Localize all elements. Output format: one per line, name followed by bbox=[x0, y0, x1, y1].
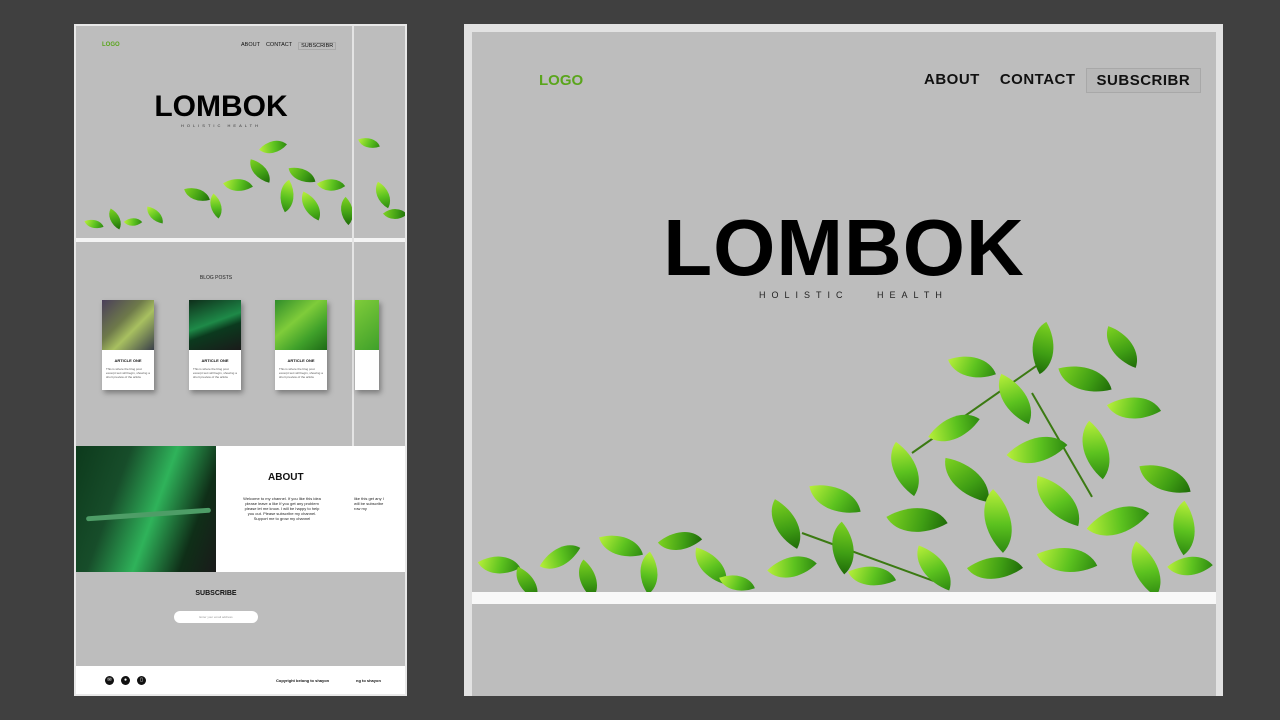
card-body: This is where the blog post excerpt text… bbox=[193, 367, 237, 379]
left-blog-card-overflow bbox=[355, 300, 379, 390]
left-about-body: Welcome to my channel. If you like this … bbox=[243, 496, 321, 521]
right-nav-subscribe[interactable]: SUBSCRIBR bbox=[1085, 68, 1202, 93]
card-image bbox=[275, 300, 327, 350]
left-mockup-artboard: LOGO ABOUT CONTACT SUBSCRIBR LOMBOK HOLI… bbox=[74, 24, 407, 696]
right-hero-divider bbox=[472, 592, 1216, 604]
right-logo[interactable]: LOGO bbox=[539, 72, 583, 89]
card-body: This is where the blog post excerpt text… bbox=[279, 367, 323, 379]
user-icon[interactable]: ● bbox=[121, 676, 130, 685]
left-nav-bar: LOGO ABOUT CONTACT SUBSCRIBR bbox=[76, 40, 405, 54]
card-body: This is where the blog post excerpt text… bbox=[106, 367, 150, 379]
left-footer-copyright: Copyright belong to shayon bbox=[276, 678, 330, 683]
left-logo[interactable]: LOGO bbox=[102, 42, 120, 48]
right-hero-tagline: HOLISTIC HEALTH bbox=[759, 290, 948, 300]
left-about-heading: ABOUT bbox=[268, 472, 304, 483]
left-subscribe-email-field[interactable]: Enter your email address bbox=[174, 611, 258, 623]
left-blog-heading: BLOG POSTS bbox=[199, 275, 233, 281]
left-hero-divider bbox=[76, 238, 405, 242]
right-nav-contact[interactable]: CONTACT bbox=[990, 68, 1086, 93]
left-hero-title: LOMBOK bbox=[154, 90, 288, 123]
card-image bbox=[189, 300, 241, 350]
left-nav-about[interactable]: ABOUT bbox=[241, 42, 260, 50]
left-nav-subscribe[interactable]: SUBSCRIBR bbox=[298, 42, 337, 50]
right-hero-title: LOMBOK bbox=[663, 203, 1025, 292]
left-subscribe-heading: SUBSCRIBE bbox=[195, 590, 237, 597]
left-subscribe-section: SUBSCRIBE Enter your email address bbox=[76, 572, 405, 666]
left-about-image bbox=[76, 446, 216, 572]
left-footer: ✉ ● ▯ Copyright belong to shayon ng to s… bbox=[76, 666, 405, 694]
card-image bbox=[355, 300, 379, 350]
phone-icon[interactable]: ▯ bbox=[137, 676, 146, 685]
card-image bbox=[102, 300, 154, 350]
left-blog-card-2[interactable]: ARTICLE ONE This is where the blog post … bbox=[189, 300, 241, 390]
left-blog-card-1[interactable]: ARTICLE ONE This is where the blog post … bbox=[102, 300, 154, 390]
right-mockup-artboard: LOGO ABOUT CONTACT SUBSCRIBR LOMBOK HOLI… bbox=[464, 24, 1223, 696]
left-nav-links: ABOUT CONTACT SUBSCRIBR bbox=[241, 42, 337, 50]
right-hero-section: LOGO ABOUT CONTACT SUBSCRIBR LOMBOK HOLI… bbox=[472, 32, 1216, 696]
left-footer-copyright-overflow: ng to shayon bbox=[356, 678, 381, 683]
left-about-body-overflow: like this get any I will be subscribe ro… bbox=[354, 496, 384, 511]
right-nav-links: ABOUT CONTACT SUBSCRIBR bbox=[914, 68, 1202, 93]
right-nav-about[interactable]: ABOUT bbox=[914, 68, 990, 93]
right-below-hero bbox=[472, 604, 1216, 696]
left-about-section: ABOUT Welcome to my channel. If you like… bbox=[76, 446, 405, 572]
left-artboard-guide bbox=[352, 26, 354, 446]
left-hero-tagline: HOLISTIC HEALTH bbox=[180, 123, 262, 128]
left-nav-contact[interactable]: CONTACT bbox=[266, 42, 292, 50]
left-blog-card-3[interactable]: ARTICLE ONE This is where the blog post … bbox=[275, 300, 327, 390]
mail-icon[interactable]: ✉ bbox=[105, 676, 114, 685]
